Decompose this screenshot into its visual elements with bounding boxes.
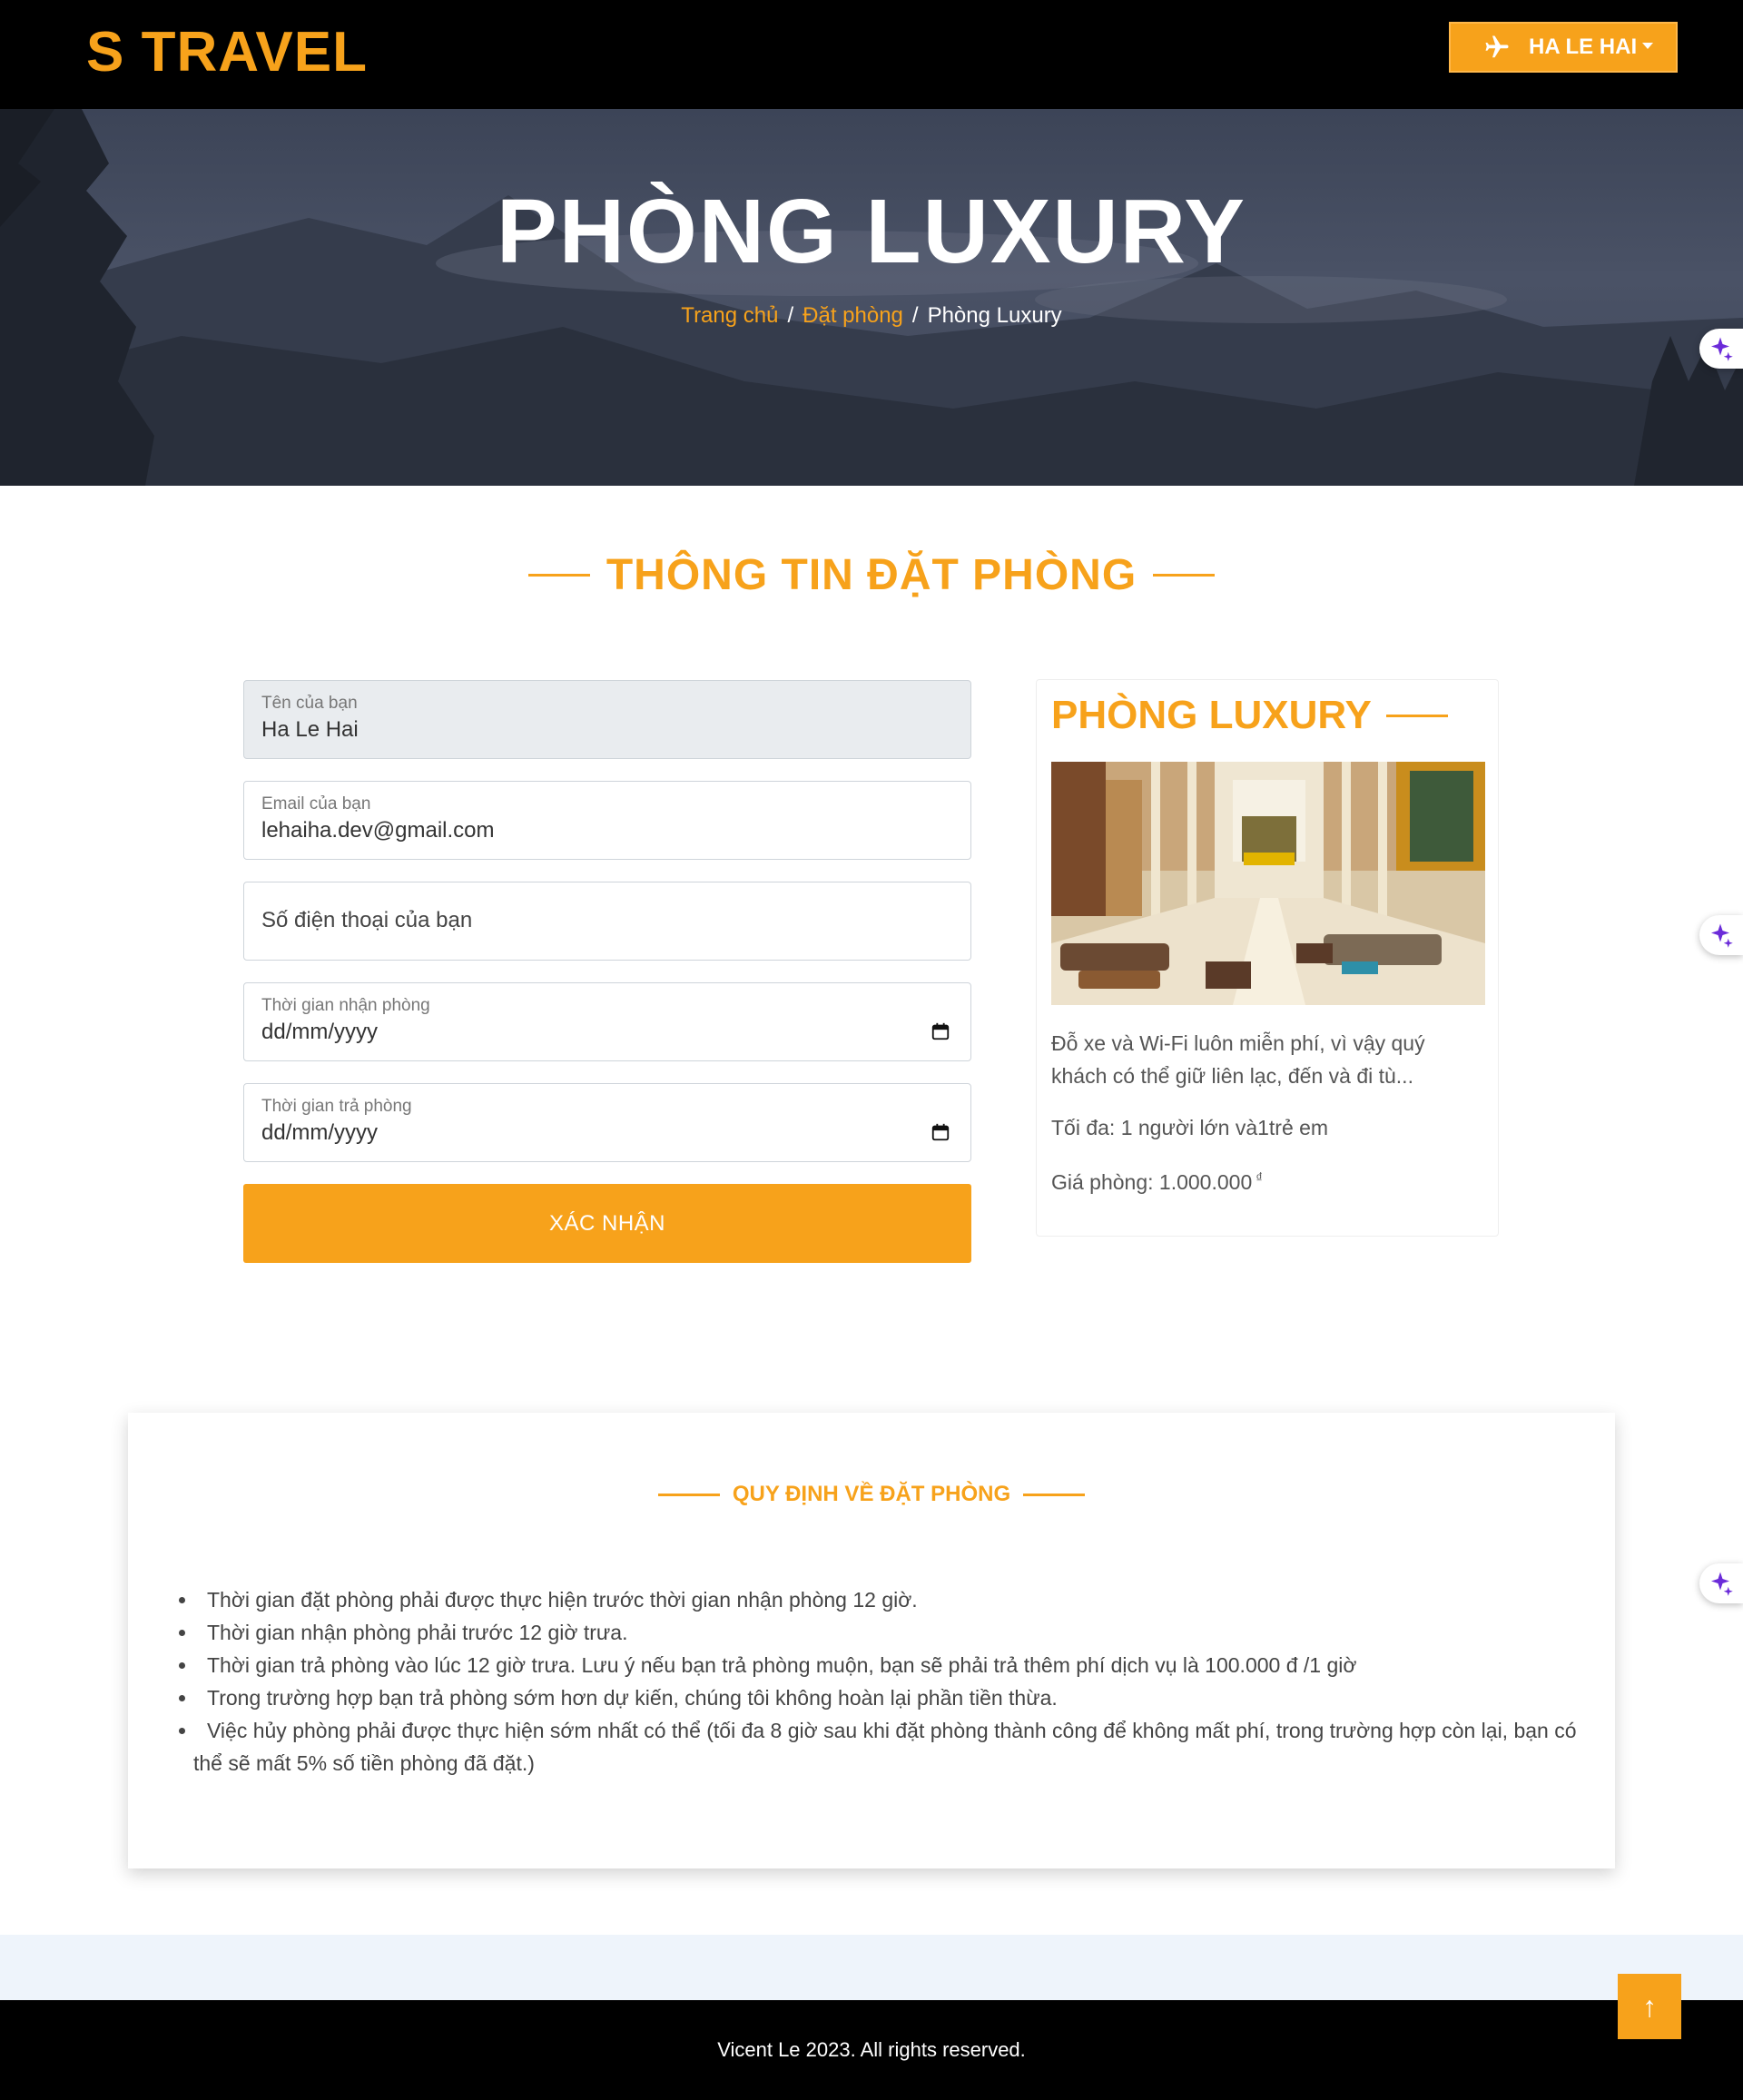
currency-symbol: ₫ [1256, 1170, 1263, 1186]
sparkle-icon [1711, 337, 1733, 361]
rules-list-item: Việc hủy phòng phải được thực hiện sớm n… [166, 1714, 1591, 1780]
user-name: HA LE HAI [1529, 35, 1638, 59]
breadcrumb-booking[interactable]: Đặt phòng [803, 303, 903, 328]
phone-field[interactable]: Số điện thoại của bạn [243, 882, 971, 961]
user-menu-button[interactable]: HA LE HAI [1449, 22, 1678, 73]
name-value: Ha Le Hai [261, 717, 359, 742]
email-field[interactable]: Email của bạn lehaiha.dev@gmail.com [243, 781, 971, 860]
footer: Vicent Le 2023. All rights reserved. [0, 2000, 1743, 2100]
assistant-sparkle-button[interactable] [1699, 1563, 1743, 1603]
email-value: lehaiha.dev@gmail.com [261, 818, 495, 843]
confirm-button[interactable]: XÁC NHẬN [243, 1184, 971, 1263]
calendar-icon[interactable] [931, 1122, 950, 1142]
assistant-sparkle-button[interactable] [1699, 915, 1743, 955]
title-divider [1023, 1493, 1086, 1496]
rules-list-item: Thời gian trả phòng vào lúc 12 giờ trưa.… [166, 1649, 1591, 1681]
phone-placeholder: Số điện thoại của bạn [261, 908, 473, 932]
booking-rules-card: QUY ĐỊNH VỀ ĐẶT PHÒNG Thời gian đặt phòn… [128, 1413, 1615, 1868]
rules-list-item: Trong trường hợp bạn trả phòng sớm hơn d… [166, 1681, 1591, 1714]
booking-heading: THÔNG TIN ĐẶT PHÒNG [606, 551, 1137, 599]
prefooter-band [0, 1935, 1743, 2000]
brand-logo[interactable]: S TRAVEL [86, 20, 368, 84]
breadcrumb-separator: / [911, 303, 919, 328]
breadcrumb-current: Phòng Luxury [927, 303, 1062, 328]
room-price-value: Giá phòng: 1.000.000 [1051, 1170, 1253, 1194]
room-max-guests: Tối đa: 1 người lớn và1trẻ em [1051, 1116, 1329, 1139]
room-card: PHÒNG LUXURY Đỗ xe và Wi-Fi luôn miễn ph… [1036, 679, 1499, 1237]
rules-list: Thời gian đặt phòng phải được thực hiện … [166, 1583, 1591, 1780]
checkin-label: Thời gian nhận phòng [261, 996, 430, 1015]
booking-section-title: THÔNG TIN ĐẶT PHÒNG [0, 550, 1743, 600]
title-divider [1153, 574, 1216, 577]
checkin-value: dd/mm/yyyy [261, 1020, 379, 1044]
top-navbar: S TRAVEL HA LE HAI [0, 0, 1743, 109]
plane-icon [1485, 35, 1509, 58]
booking-form: Tên của bạn Ha Le Hai Email của bạn leha… [243, 680, 971, 1263]
room-photo [1051, 762, 1485, 1005]
room-card-title: PHÒNG LUXURY [1051, 693, 1448, 738]
checkin-date-field[interactable]: Thời gian nhận phòng dd/mm/yyyy [243, 982, 971, 1061]
arrow-up-icon: ↑ [1642, 1989, 1657, 2023]
room-description: Đỗ xe và Wi-Fi luôn miễn phí, vì vậy quý… [1051, 1031, 1425, 1088]
page-title: PHÒNG LUXURY [497, 181, 1246, 282]
name-label: Tên của bạn [261, 694, 358, 713]
title-divider [1385, 714, 1448, 717]
assistant-sparkle-button[interactable] [1699, 329, 1743, 369]
rules-title: QUY ĐỊNH VỀ ĐẶT PHÒNG [128, 1482, 1615, 1507]
calendar-icon[interactable] [931, 1021, 950, 1041]
email-label: Email của bạn [261, 794, 371, 813]
checkout-value: dd/mm/yyyy [261, 1120, 379, 1145]
breadcrumb-separator: / [787, 303, 794, 328]
room-title: PHÒNG LUXURY [1051, 693, 1372, 737]
title-divider [527, 574, 590, 577]
room-price: Giá phòng: 1.000.000 ₫ [1051, 1170, 1263, 1195]
name-field[interactable]: Tên của bạn Ha Le Hai [243, 680, 971, 759]
copyright-text: Vicent Le 2023. All rights reserved. [717, 2038, 1026, 2061]
chevron-down-icon [1642, 42, 1654, 49]
checkout-date-field[interactable]: Thời gian trả phòng dd/mm/yyyy [243, 1083, 971, 1162]
rules-list-item: Thời gian đặt phòng phải được thực hiện … [166, 1583, 1591, 1616]
title-divider [657, 1493, 720, 1496]
mountain-background [0, 109, 1743, 486]
rules-list-item: Thời gian nhận phòng phải trước 12 giờ t… [166, 1616, 1591, 1649]
rules-heading: QUY ĐỊNH VỀ ĐẶT PHÒNG [732, 1482, 1011, 1506]
sparkle-icon [1711, 923, 1733, 948]
breadcrumb: Trang chủ / Đặt phòng / Phòng Luxury [0, 303, 1743, 329]
checkout-label: Thời gian trả phòng [261, 1097, 412, 1116]
sparkle-icon [1711, 1572, 1733, 1596]
breadcrumb-home[interactable]: Trang chủ [681, 303, 778, 328]
back-to-top-button[interactable]: ↑ [1618, 1974, 1681, 2039]
hero-banner: PHÒNG LUXURY Trang chủ / Đặt phòng / Phòng L… [0, 109, 1743, 486]
